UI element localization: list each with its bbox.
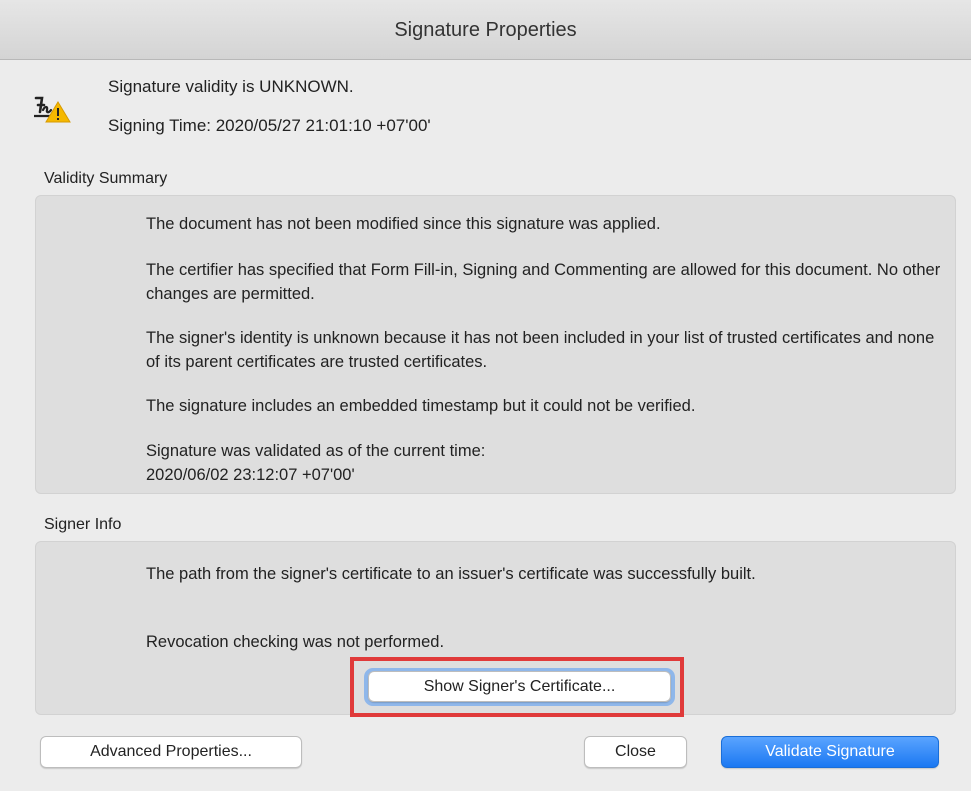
signer-info-title: Signer Info [44, 516, 122, 533]
close-button[interactable]: Close [584, 736, 687, 768]
validity-summary-panel: The document has not been modified since… [35, 195, 956, 494]
signing-time-text: Signing Time: 2020/05/27 21:01:10 +07'00… [108, 116, 431, 135]
validate-signature-button[interactable]: Validate Signature [721, 736, 939, 768]
signer-message: Revocation checking was not performed. [146, 633, 445, 651]
signature-warning-icon [34, 96, 71, 123]
validity-status-text: Signature validity is UNKNOWN. [108, 77, 354, 96]
signer-message: The path from the signer's certificate t… [146, 565, 756, 583]
summary-message: The document has not been modified since… [146, 215, 661, 233]
summary-message: Signature was validated as of the curren… [146, 442, 486, 484]
summary-message: The signer's identity is unknown because… [146, 329, 935, 371]
validity-summary-title: Validity Summary [44, 170, 168, 187]
summary-message: The certifier has specified that Form Fi… [146, 261, 941, 303]
show-signers-certificate-button[interactable]: Show Signer's Certificate... [368, 671, 671, 702]
signature-properties-dialog: Signature Properties Signature validity … [0, 0, 971, 791]
window-title: Signature Properties [0, 0, 971, 60]
summary-message: The signature includes an embedded times… [146, 397, 696, 415]
advanced-properties-button[interactable]: Advanced Properties... [40, 736, 302, 768]
